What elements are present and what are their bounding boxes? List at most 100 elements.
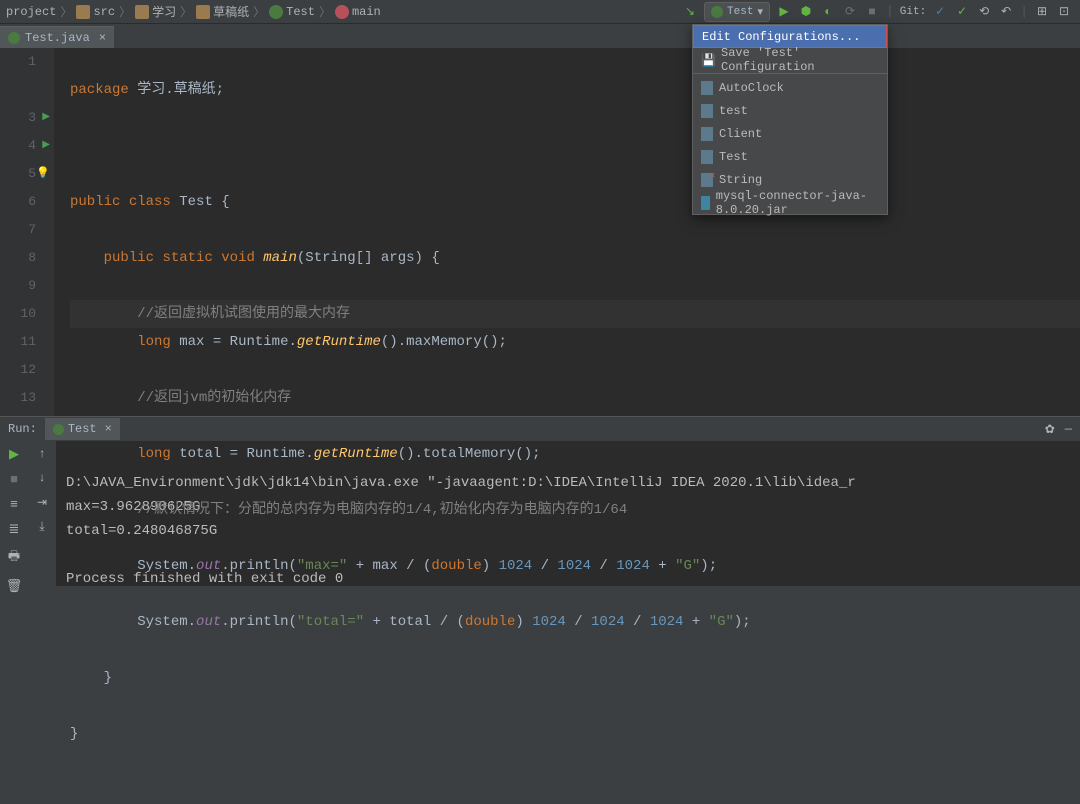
app-icon bbox=[53, 424, 64, 435]
down-icon[interactable]: ↓ bbox=[38, 471, 45, 485]
git-update-icon[interactable]: ✓ bbox=[932, 4, 948, 20]
layout-icon[interactable]: ≡ bbox=[10, 497, 18, 512]
app-icon bbox=[701, 104, 713, 118]
string: "G" bbox=[709, 614, 734, 630]
error-badge-icon: ✕ bbox=[709, 171, 716, 181]
editor[interactable]: 1 3▶ 4▶ 5💡 6 7 8 9 10 11 12 13 package 学… bbox=[0, 48, 1080, 416]
code-area[interactable]: package 学习.草稿纸; public class Test { publ… bbox=[54, 48, 1080, 416]
ide-settings-icon[interactable]: ⊡ bbox=[1056, 4, 1072, 20]
keyword: long bbox=[137, 446, 171, 462]
intention-bulb-icon[interactable]: 💡 bbox=[36, 160, 50, 188]
run-gutter-icon[interactable]: ▶ bbox=[42, 132, 50, 160]
bc-pkg2[interactable]: 草稿纸 bbox=[196, 3, 249, 20]
search-icon[interactable]: ⊞ bbox=[1034, 4, 1050, 20]
stop-icon[interactable]: ■ bbox=[10, 472, 18, 487]
scroll-end-icon[interactable]: ⤓ bbox=[39, 520, 44, 534]
git-commit-icon[interactable]: ✓ bbox=[954, 4, 970, 20]
number: 1024 bbox=[650, 614, 684, 630]
method-call: println bbox=[230, 558, 289, 574]
dd-item-client[interactable]: Client bbox=[693, 122, 887, 145]
close-tab-icon[interactable]: × bbox=[105, 422, 112, 436]
comment: //返回jvm的初始化内存 bbox=[137, 390, 291, 406]
line-number bbox=[0, 76, 36, 104]
line-number: 3▶ bbox=[0, 104, 36, 132]
run-side-left: ▶ ■ ≡ ≣ 🖶 🗑 bbox=[0, 441, 28, 586]
git-label: Git: bbox=[900, 6, 926, 18]
dd-item-test-lc[interactable]: test bbox=[693, 99, 887, 122]
close-tab-icon[interactable]: × bbox=[99, 31, 106, 45]
bc-method[interactable]: main bbox=[335, 5, 381, 19]
run-gutter-icon[interactable]: ▶ bbox=[42, 104, 50, 132]
git-history-icon[interactable]: ⟲ bbox=[976, 4, 992, 20]
bc-pkg1[interactable]: 学习 bbox=[135, 3, 176, 20]
keyword: double bbox=[431, 558, 481, 574]
chevron-down-icon: ▾ bbox=[757, 5, 763, 19]
app-icon bbox=[711, 6, 723, 18]
dd-item-autoclock[interactable]: AutoClock bbox=[693, 76, 887, 99]
minimize-icon[interactable]: — bbox=[1065, 422, 1072, 437]
tab-test-java[interactable]: Test.java × bbox=[0, 26, 114, 48]
breadcrumb[interactable]: project〉 src〉 学习〉 草稿纸〉 Test〉 main bbox=[0, 3, 381, 20]
class-ref: System bbox=[137, 558, 187, 574]
comment: //返回虚拟机试图使用的最大内存 bbox=[137, 306, 350, 322]
line-number: 12 bbox=[0, 356, 36, 384]
var: total bbox=[389, 614, 431, 630]
editor-tabs: Test.java × bbox=[0, 24, 1080, 48]
rerun-icon[interactable]: ▶ bbox=[9, 447, 19, 462]
line-number: 1 bbox=[0, 48, 36, 76]
brace: { bbox=[221, 194, 229, 210]
class-icon bbox=[8, 32, 20, 44]
trash-icon[interactable]: 🗑 bbox=[6, 579, 23, 594]
dd-item-jar[interactable]: mysql-connector-java-8.0.20.jar bbox=[693, 191, 887, 214]
dd-item-test[interactable]: Test bbox=[693, 145, 887, 168]
up-icon[interactable]: ↑ bbox=[38, 447, 45, 461]
number: 1024 bbox=[532, 614, 566, 630]
method-call: getRuntime bbox=[297, 334, 381, 350]
method-icon bbox=[335, 5, 349, 19]
coverage-icon[interactable]: ◐ bbox=[820, 4, 836, 20]
bc-project[interactable]: project bbox=[6, 5, 56, 19]
wrap-icon[interactable]: ⇥ bbox=[37, 495, 47, 510]
run-tab[interactable]: Test × bbox=[45, 418, 120, 440]
stop-icon[interactable]: ■ bbox=[864, 4, 880, 20]
keyword: public bbox=[104, 250, 154, 266]
class-icon bbox=[269, 5, 283, 19]
number: 1024 bbox=[591, 614, 625, 630]
dd-item-string[interactable]: ✕String bbox=[693, 168, 887, 191]
keyword: package bbox=[70, 82, 129, 98]
var: max bbox=[179, 334, 204, 350]
class-ref: System bbox=[137, 614, 187, 630]
profile-icon[interactable]: ⟳ bbox=[842, 4, 858, 20]
app-icon bbox=[701, 81, 713, 95]
toolbar-top: project〉 src〉 学习〉 草稿纸〉 Test〉 main ↘ Test… bbox=[0, 0, 1080, 24]
keyword: static bbox=[162, 250, 212, 266]
number: 1024 bbox=[557, 558, 591, 574]
method-call: totalMemory bbox=[423, 446, 515, 462]
var: total bbox=[179, 446, 221, 462]
keyword: double bbox=[465, 614, 515, 630]
number: 1024 bbox=[616, 558, 650, 574]
app-icon bbox=[701, 127, 713, 141]
hammer-icon[interactable]: ↘ bbox=[682, 4, 698, 20]
dd-save-config[interactable]: 💾Save 'Test' Configuration bbox=[693, 48, 887, 71]
run-icon[interactable]: ▶ bbox=[776, 4, 792, 20]
line-number: 5💡 bbox=[0, 160, 36, 188]
pin-icon[interactable]: ≣ bbox=[9, 522, 20, 537]
method-call: maxMemory bbox=[406, 334, 482, 350]
code-text: (String[] args) { bbox=[297, 250, 440, 266]
debug-icon[interactable]: ⬢ bbox=[798, 4, 814, 20]
settings-icon[interactable]: ✿ bbox=[1045, 422, 1055, 437]
run-config-selector[interactable]: Test ▾ bbox=[704, 2, 770, 22]
save-icon: 💾 bbox=[701, 53, 715, 67]
keyword: public bbox=[70, 194, 120, 210]
git-revert-icon[interactable]: ↶ bbox=[998, 4, 1014, 20]
bc-class[interactable]: Test bbox=[269, 5, 315, 19]
line-number: 7 bbox=[0, 216, 36, 244]
line-number: 13 bbox=[0, 384, 36, 412]
folder-icon bbox=[135, 5, 149, 19]
run-label: Run: bbox=[8, 422, 37, 436]
bc-src[interactable]: src bbox=[76, 5, 115, 19]
jar-icon bbox=[701, 196, 710, 210]
code-text: 学习.草稿纸; bbox=[129, 82, 224, 98]
print-icon[interactable]: 🖶 bbox=[8, 547, 20, 569]
